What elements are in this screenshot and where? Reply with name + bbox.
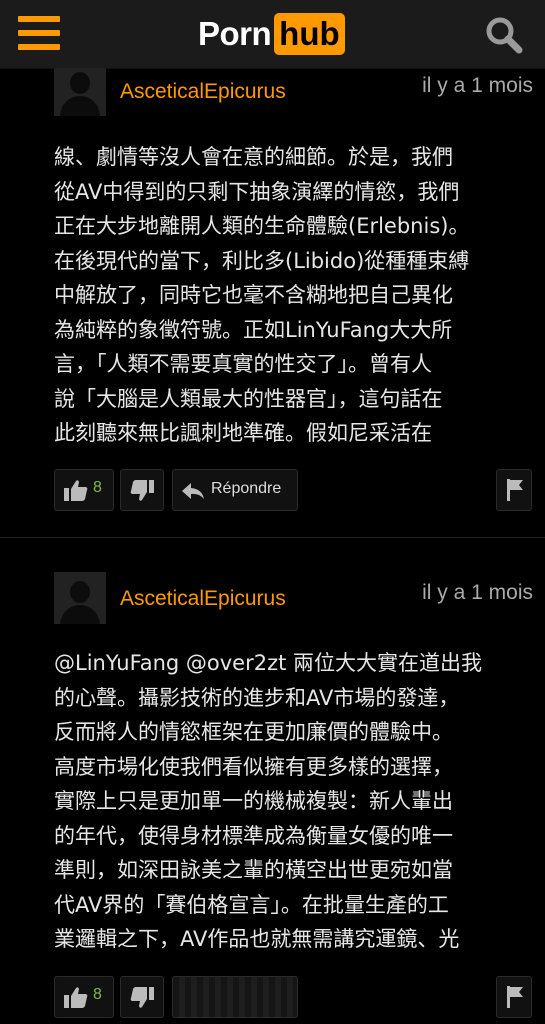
logo-text-part1: Porn (198, 15, 272, 52)
comment-text: 線、劇情等沒人會在意的細節。於是，我們 從AV中得到的只剩下抽象演繹的情慾，我們… (54, 145, 470, 445)
hamburger-menu-icon[interactable] (18, 16, 60, 50)
like-button[interactable]: 8 (54, 976, 114, 1018)
flag-button[interactable] (496, 469, 532, 511)
reply-arrow-icon (182, 483, 204, 499)
search-icon[interactable] (485, 16, 523, 54)
dislike-button[interactable] (120, 976, 164, 1018)
flag-icon (507, 479, 523, 501)
avatar[interactable] (54, 572, 106, 624)
flag-icon (507, 986, 523, 1008)
thumbs-up-icon (64, 480, 88, 501)
like-count: 8 (93, 986, 102, 1003)
like-button[interactable]: 8 (54, 469, 114, 511)
comment-divider (0, 537, 545, 538)
thumbs-up-icon (64, 987, 88, 1008)
reply-button[interactable]: Répondre (172, 469, 298, 511)
dislike-button[interactable] (120, 469, 164, 511)
comment-timestamp: il y a 1 mois (422, 74, 533, 97)
logo-text-part2: hub (274, 13, 345, 55)
thumbs-down-icon (130, 987, 154, 1008)
like-count: 8 (93, 479, 102, 496)
flag-button[interactable] (496, 976, 532, 1018)
thumbs-down-icon (130, 480, 154, 501)
avatar[interactable] (54, 68, 106, 116)
comment-username[interactable]: AsceticalEpicurus (120, 587, 286, 611)
comment-username[interactable]: AsceticalEpicurus (120, 80, 286, 104)
comment-timestamp: il y a 1 mois (422, 581, 533, 604)
site-logo[interactable]: Porn hub (198, 12, 345, 56)
reply-label: Répondre (211, 480, 282, 497)
comment-text: @LinYuFang @over2zt 兩位大大實在道出我 的心聲。攝影技術的進… (54, 651, 483, 951)
reply-button-blurred[interactable] (172, 976, 298, 1018)
top-bar: Porn hub (0, 0, 545, 69)
